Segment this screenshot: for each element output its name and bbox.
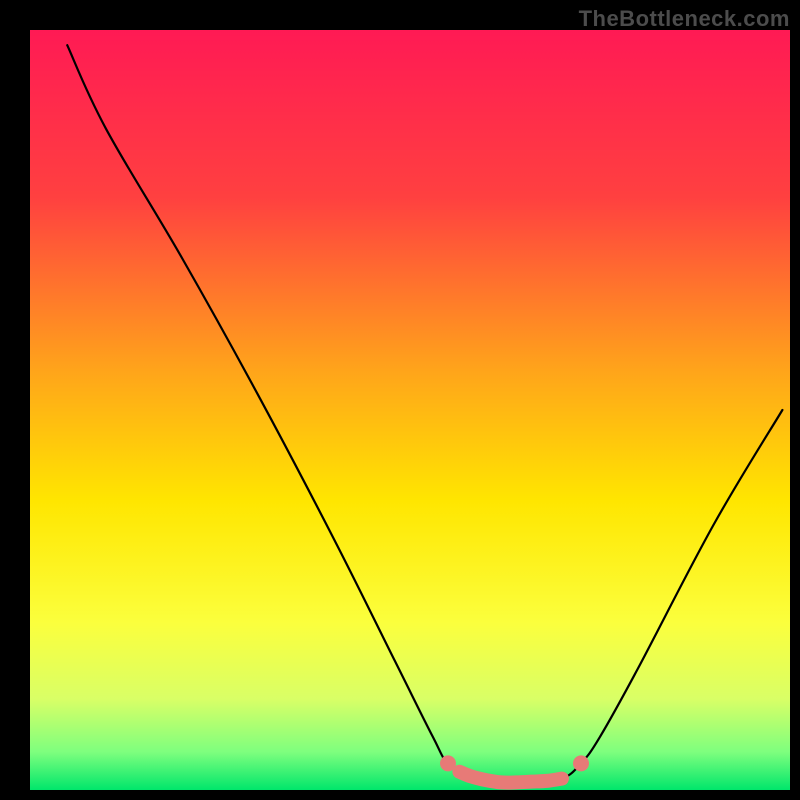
watermark-text: TheBottleneck.com [579, 6, 790, 32]
min-region-end-dot [573, 755, 589, 771]
chart-frame: TheBottleneck.com [0, 0, 800, 800]
bottleneck-chart [0, 0, 800, 800]
gradient-background [30, 30, 790, 790]
min-region-start-dot [440, 755, 456, 771]
